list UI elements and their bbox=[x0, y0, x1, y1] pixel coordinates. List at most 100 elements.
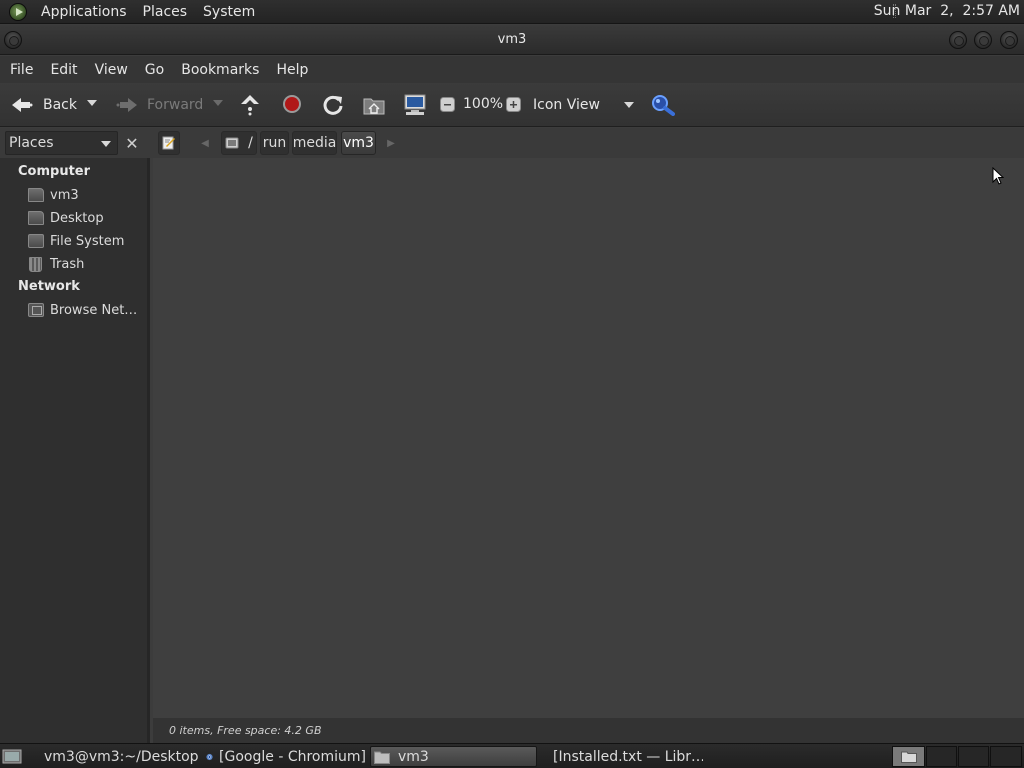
sidebar-item-trash[interactable]: Trash bbox=[28, 254, 84, 274]
status-text: 0 items, Free space: 4.2 GB bbox=[169, 724, 322, 737]
menu-help[interactable]: Help bbox=[269, 62, 315, 78]
filesystem-icon bbox=[225, 137, 239, 149]
task-file-manager[interactable]: vm3 bbox=[370, 746, 537, 767]
sidebar-item-vm3[interactable]: vm3 bbox=[28, 185, 79, 205]
close-button[interactable] bbox=[1000, 31, 1018, 49]
task-label: vm3 bbox=[398, 748, 429, 765]
panel-clock[interactable]: Sun Mar 2, 2:57 AM bbox=[874, 3, 1020, 19]
sidebar-item-label: Browse Net… bbox=[50, 302, 138, 318]
forward-arrow-icon bbox=[115, 95, 139, 115]
task-libreoffice[interactable]: [Installed.txt — Libr… bbox=[543, 746, 703, 767]
root-separator: / bbox=[248, 135, 253, 151]
menubar: File Edit View Go Bookmarks Help bbox=[0, 56, 1024, 83]
window-titlebar[interactable]: vm3 bbox=[0, 25, 1024, 55]
maximize-button[interactable] bbox=[974, 31, 992, 49]
sidebar-item-label: Trash bbox=[50, 256, 85, 272]
menu-edit[interactable]: Edit bbox=[43, 62, 84, 78]
sidebar-pane-label: Places bbox=[9, 135, 54, 151]
close-sidebar-icon[interactable]: ✕ bbox=[122, 133, 142, 153]
network-icon bbox=[28, 303, 44, 317]
sidebar-item-file-system[interactable]: File System bbox=[28, 231, 124, 251]
zoom-level[interactable]: 100% bbox=[463, 96, 503, 112]
menu-view[interactable]: View bbox=[88, 62, 135, 78]
computer-button[interactable] bbox=[403, 94, 427, 116]
workspace-2[interactable] bbox=[926, 746, 957, 767]
zoom-out-icon bbox=[440, 97, 455, 112]
forward-label: Forward bbox=[147, 96, 204, 113]
sidebar-item-desktop[interactable]: Desktop bbox=[28, 208, 104, 228]
crumb-root[interactable]: / bbox=[221, 131, 257, 155]
search-button[interactable] bbox=[651, 94, 675, 116]
bottom-taskbar: vm3@vm3:~/Desktop [Google - Chromium] vm… bbox=[0, 743, 1024, 768]
status-bar: 0 items, Free space: 4.2 GB bbox=[153, 718, 1024, 743]
trash-icon bbox=[29, 256, 42, 272]
sidebar-item-browse-network[interactable]: Browse Net… bbox=[28, 300, 137, 320]
view-mode-label: Icon View bbox=[533, 96, 600, 113]
crumb-run[interactable]: run bbox=[260, 131, 289, 155]
panel-menu-system[interactable]: System bbox=[195, 4, 263, 20]
applications-logo-icon[interactable] bbox=[9, 2, 27, 21]
stop-button[interactable] bbox=[282, 94, 302, 114]
crumb-vm3[interactable]: vm3 bbox=[341, 131, 376, 155]
sidebar-item-label: Desktop bbox=[50, 210, 104, 226]
back-arrow-icon bbox=[10, 95, 34, 115]
task-label: vm3@vm3:~/Desktop bbox=[44, 748, 198, 765]
task-label: [Google - Chromium] bbox=[219, 748, 366, 765]
chromium-icon bbox=[206, 753, 213, 760]
forward-history-dropdown[interactable] bbox=[213, 100, 223, 106]
filesystem-icon bbox=[28, 234, 44, 248]
home-button[interactable] bbox=[363, 95, 385, 115]
sidebar-header-computer: Computer bbox=[18, 164, 91, 179]
show-desktop-button[interactable] bbox=[2, 747, 22, 765]
window-menu-button[interactable] bbox=[4, 31, 22, 49]
forward-button[interactable]: Forward bbox=[115, 90, 203, 120]
path-scroll-left-icon[interactable]: ◀ bbox=[198, 131, 212, 155]
task-label: [Installed.txt — Libr… bbox=[553, 748, 703, 765]
edit-location-icon bbox=[162, 136, 175, 150]
workspace-3[interactable] bbox=[958, 746, 989, 767]
places-sidebar: Computer vm3 Desktop File System Trash N… bbox=[0, 158, 150, 743]
zoom-in-button[interactable] bbox=[506, 97, 521, 112]
show-desktop-icon bbox=[2, 749, 22, 764]
chevron-down-icon bbox=[87, 100, 97, 106]
sidebar-pane-select[interactable]: Places bbox=[5, 131, 118, 155]
location-bar: Places ✕ ◀ / run media vm3 ▶ bbox=[0, 128, 1024, 158]
chevron-down-icon bbox=[624, 101, 634, 108]
toolbar: Back Forward 100% Icon View bbox=[0, 83, 1024, 127]
back-history-dropdown[interactable] bbox=[87, 100, 97, 106]
view-mode-select[interactable]: Icon View bbox=[533, 90, 639, 120]
sidebar-item-label: File System bbox=[50, 233, 125, 249]
file-view-area[interactable] bbox=[153, 158, 1024, 718]
back-label: Back bbox=[43, 96, 77, 113]
top-panel: Applications Places System Sun Mar 2, 2:… bbox=[0, 0, 1024, 24]
zoom-in-icon bbox=[506, 97, 521, 112]
minimize-button[interactable] bbox=[949, 31, 967, 49]
reload-button[interactable] bbox=[322, 94, 344, 116]
desktop-folder-icon bbox=[28, 211, 44, 225]
home-folder-icon bbox=[363, 98, 385, 115]
menu-go[interactable]: Go bbox=[138, 62, 171, 78]
menu-file[interactable]: File bbox=[3, 62, 40, 78]
panel-menu-applications[interactable]: Applications bbox=[33, 4, 135, 20]
folder-icon bbox=[901, 751, 917, 763]
computer-icon bbox=[404, 94, 426, 115]
panel-menu-places[interactable]: Places bbox=[135, 4, 196, 20]
search-icon bbox=[652, 95, 675, 116]
workspace-1[interactable] bbox=[892, 746, 925, 767]
task-terminal[interactable]: vm3@vm3:~/Desktop bbox=[38, 746, 198, 767]
reload-icon bbox=[323, 95, 343, 115]
back-button[interactable]: Back bbox=[10, 90, 77, 120]
workspace-4[interactable] bbox=[990, 746, 1022, 767]
menu-bookmarks[interactable]: Bookmarks bbox=[174, 62, 266, 78]
sidebar-item-label: vm3 bbox=[50, 187, 79, 203]
zoom-out-button[interactable] bbox=[440, 97, 455, 112]
toggle-location-entry-button[interactable] bbox=[158, 131, 180, 155]
up-button[interactable] bbox=[239, 92, 261, 116]
crumb-media[interactable]: media bbox=[292, 131, 337, 155]
path-scroll-right-icon[interactable]: ▶ bbox=[384, 131, 398, 155]
sidebar-header-network: Network bbox=[18, 279, 80, 294]
window-title: vm3 bbox=[497, 32, 527, 47]
chevron-down-icon bbox=[213, 100, 223, 106]
folder-icon bbox=[374, 751, 390, 764]
task-chromium[interactable]: [Google - Chromium] bbox=[206, 746, 366, 767]
